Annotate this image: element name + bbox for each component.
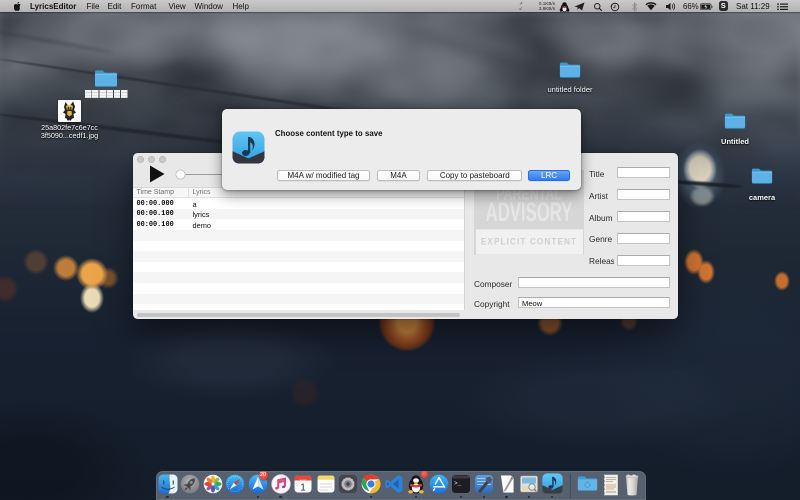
svg-text:>_: >_: [454, 480, 462, 487]
svg-text:1: 1: [300, 482, 306, 493]
